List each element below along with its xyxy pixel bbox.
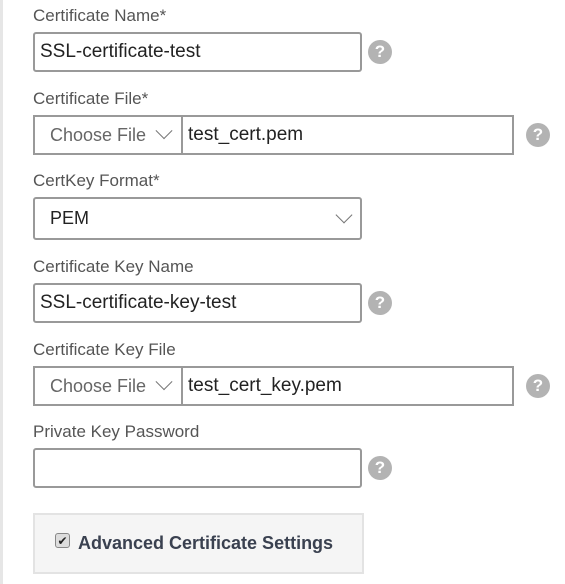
certkey-format-select[interactable]: PEM	[33, 197, 362, 240]
help-icon[interactable]: ?	[368, 456, 392, 480]
chevron-down-icon	[155, 373, 173, 391]
certificate-name-label: Certificate Name*	[33, 6, 167, 25]
choose-file-button[interactable]: Choose File	[35, 117, 183, 153]
certificate-key-file-label: Certificate Key File	[33, 340, 176, 359]
private-key-password-input[interactable]	[33, 448, 362, 488]
certificate-name-input[interactable]: SSL-certificate-test	[33, 32, 362, 72]
help-icon[interactable]: ?	[526, 123, 550, 147]
advanced-settings-checkbox[interactable]: ✔	[55, 533, 70, 548]
chevron-down-icon	[155, 122, 173, 140]
certificate-file-picker: Choose File test_cert.pem	[33, 115, 514, 155]
choose-file-label: Choose File	[50, 124, 147, 145]
advanced-settings-panel: ✔ Advanced Certificate Settings	[33, 513, 364, 574]
chevron-down-icon	[335, 206, 353, 224]
certificate-key-name-label: Certificate Key Name	[33, 257, 194, 276]
certkey-format-value: PEM	[50, 208, 90, 228]
panel-left-border	[0, 0, 3, 584]
help-icon[interactable]: ?	[368, 40, 392, 64]
advanced-settings-label[interactable]: Advanced Certificate Settings	[78, 533, 333, 554]
certificate-key-file-picker: Choose File test_cert_key.pem	[33, 366, 514, 406]
certificate-file-label: Certificate File*	[33, 89, 149, 108]
private-key-password-label: Private Key Password	[33, 422, 200, 441]
certificate-key-name-input[interactable]: SSL-certificate-key-test	[33, 283, 362, 323]
certificate-key-file-name[interactable]: test_cert_key.pem	[183, 368, 512, 404]
certificate-file-name[interactable]: test_cert.pem	[183, 117, 512, 153]
help-icon[interactable]: ?	[526, 374, 550, 398]
choose-file-label: Choose File	[50, 375, 147, 396]
certkey-format-label: CertKey Format*	[33, 171, 160, 190]
choose-file-button[interactable]: Choose File	[35, 368, 183, 404]
help-icon[interactable]: ?	[368, 291, 392, 315]
